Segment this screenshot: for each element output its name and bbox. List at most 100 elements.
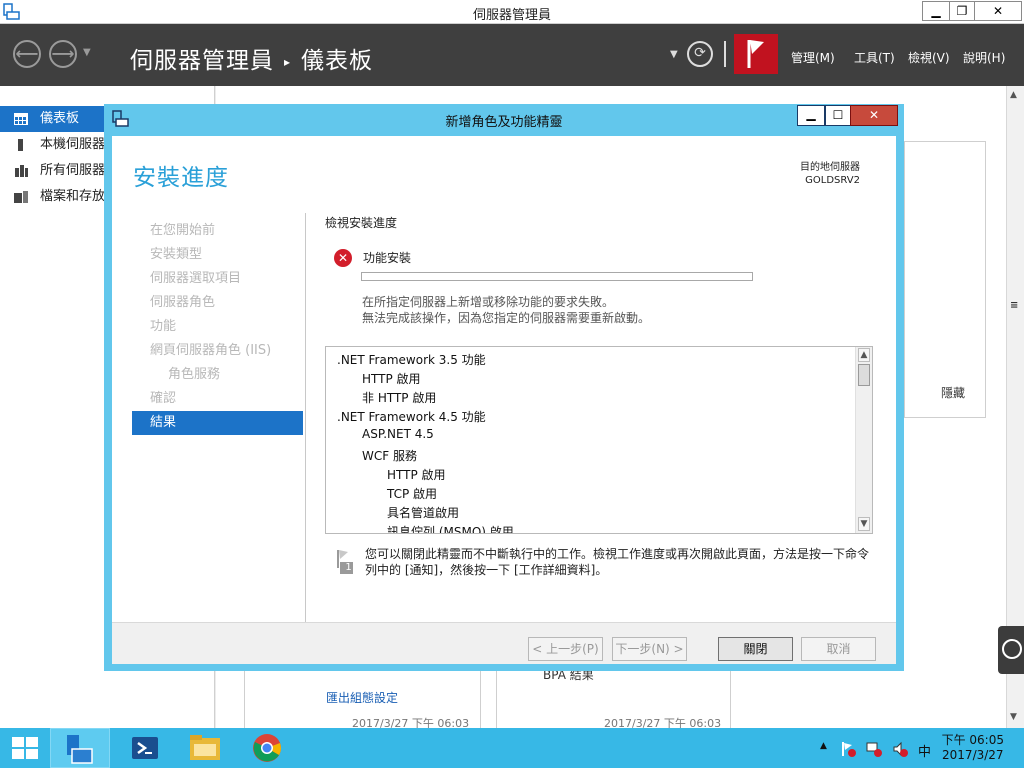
wizard-maximize-button[interactable]: ☐ <box>825 105 851 126</box>
minimize-button[interactable]: ▁ <box>922 1 950 21</box>
chrome-icon <box>253 734 281 762</box>
volume-icon[interactable] <box>892 741 908 757</box>
menu-view[interactable]: 檢視(V) <box>908 49 950 66</box>
page-title: 安裝進度 <box>133 165 229 191</box>
result-item: .NET Framework 3.5 功能 <box>337 353 486 367</box>
taskbar-powershell[interactable] <box>118 728 173 768</box>
side-panel-toggle[interactable] <box>998 626 1024 674</box>
action-center-icon[interactable] <box>840 741 856 757</box>
result-item: HTTP 啟用 <box>387 467 446 482</box>
result-item: .NET Framework 4.5 功能 <box>337 410 486 425</box>
step-divider <box>305 213 306 631</box>
dashboard-icon <box>14 113 28 125</box>
header-divider <box>724 41 726 67</box>
restore-button[interactable]: ❐ <box>949 1 975 21</box>
sidebar-item-label: 所有伺服器 <box>40 163 106 178</box>
close-window-button[interactable]: ✕ <box>974 1 1022 21</box>
step-server-roles: 伺服器角色 <box>150 295 216 310</box>
sidebar-item-label: 儀表板 <box>40 111 80 126</box>
menu-manage[interactable]: 管理(M) <box>791 49 835 66</box>
taskbar-clock[interactable]: 下午 06:05 2017/3/27 <box>942 733 1004 763</box>
scroll-down-icon[interactable]: ▼ <box>1010 712 1017 722</box>
welcome-tile: 隱藏 <box>904 141 986 418</box>
destination-server: 目的地伺服器 GOLDSRV2 <box>800 161 860 187</box>
menu-tools[interactable]: 工具(T) <box>854 49 895 66</box>
notification-count: 1 <box>345 562 352 573</box>
next-button[interactable]: 下一步(N) > <box>612 637 687 661</box>
step-role-services: 角色服務 <box>168 367 221 382</box>
destination-server-name: GOLDSRV2 <box>805 175 860 186</box>
result-item: 具名管道啟用 <box>387 505 460 520</box>
refresh-icon[interactable]: ⟳ <box>687 41 713 67</box>
taskbar: ▲ 中 下午 06:05 2017/3/27 <box>0 728 1024 768</box>
error-message-line: 在所指定伺服器上新增或移除功能的要求失敗。 <box>362 295 615 309</box>
result-item: TCP 啟用 <box>387 486 438 501</box>
scroll-thumb[interactable] <box>858 364 870 386</box>
clock-date: 2017/3/27 <box>942 748 1004 762</box>
server-manager-titlebar: 伺服器管理員 ▁ ❐ ✕ <box>0 0 1024 24</box>
scroll-up-icon[interactable]: ▲ <box>1010 90 1017 100</box>
previous-button[interactable]: < 上一步(P) <box>528 637 603 661</box>
history-dropdown-icon[interactable]: ▼ <box>83 47 91 58</box>
dashboard-scrollbar[interactable]: ▲ ≡ ▼ <box>998 86 1024 728</box>
add-roles-wizard-dialog: 新增角色及功能精靈 ▁ ☐ ✕ 安裝進度 目的地伺服器 GOLDSRV2 在您開… <box>104 104 904 705</box>
forward-button[interactable]: ⟶ <box>49 40 77 68</box>
result-item: HTTP 啟用 <box>362 372 421 387</box>
wizard-body: 安裝進度 目的地伺服器 GOLDSRV2 在您開始前 安裝類型 伺服器選取項目 … <box>112 136 896 705</box>
close-button[interactable]: 關閉 <box>718 637 793 661</box>
installation-progress-bar <box>361 272 753 281</box>
step-confirmation: 確認 <box>150 391 177 406</box>
server-icon <box>18 139 23 151</box>
taskbar-server-manager[interactable] <box>50 728 110 768</box>
step-results[interactable]: 結果 <box>132 411 303 435</box>
results-list-scrollbar[interactable]: ▲ ▼ <box>855 347 872 533</box>
scroll-down-icon[interactable]: ▼ <box>858 517 870 531</box>
result-item: 訊息佇列 (MSMQ) 啟用 <box>387 524 514 534</box>
clock-time: 下午 06:05 <box>941 733 1004 747</box>
result-item: ASP.NET 4.5 <box>362 427 434 442</box>
results-list[interactable]: .NET Framework 3.5 功能 HTTP 啟用非 HTTP 啟用 .NE… <box>325 346 873 534</box>
progress-label: 檢視安裝進度 <box>325 216 398 230</box>
notifications-flag-icon[interactable] <box>734 34 778 74</box>
window-title: 伺服器管理員 <box>472 8 551 23</box>
step-web-server-role: 網頁伺服器角色 (IIS) <box>150 343 272 358</box>
step-server-selection: 伺服器選取項目 <box>150 271 242 286</box>
input-method-indicator[interactable]: 中 <box>918 741 931 760</box>
sidebar-item-label: 本機伺服器 <box>40 137 106 152</box>
server-tile-2: BPA 結果 2017/3/27 下午 06:03 <box>496 661 731 731</box>
servers-icon <box>15 165 28 177</box>
step-before-you-begin: 在您開始前 <box>150 223 216 238</box>
step-features: 功能 <box>150 319 177 334</box>
back-button[interactable]: ⟵ <box>13 40 41 68</box>
taskbar-chrome[interactable] <box>240 728 295 768</box>
file-storage-icon <box>14 191 28 203</box>
breadcrumb: 伺服器管理員 ▸ 儀表板 <box>130 41 373 75</box>
wizard-close-button[interactable]: ✕ <box>850 105 898 126</box>
cancel-button[interactable]: 取消 <box>801 637 876 661</box>
destination-server-label: 目的地伺服器 <box>800 162 860 173</box>
result-item: WCF 服務 <box>362 448 417 463</box>
server-manager-header: ⟵ ⟶ ▼ 伺服器管理員 ▸ 儀表板 ▼ ⟳ 管理(M) 工具(T) 檢視(V) 說… <box>0 24 1024 86</box>
hide-link[interactable]: 隱藏 <box>941 384 965 401</box>
breadcrumb-separator-icon: ▸ <box>284 54 292 69</box>
taskbar-file-explorer[interactable] <box>178 728 233 768</box>
show-hidden-icons[interactable]: ▲ <box>820 741 827 751</box>
error-message-line: 無法完成該操作，因為您指定的伺服器需要重新啟動。 <box>362 311 651 325</box>
step-installation-type: 安裝類型 <box>150 247 203 262</box>
breadcrumb-root[interactable]: 伺服器管理員 <box>130 48 274 74</box>
scroll-grip-icon[interactable]: ≡ <box>1010 300 1022 312</box>
result-item: 非 HTTP 啟用 <box>362 391 437 406</box>
network-icon[interactable] <box>866 741 882 757</box>
wizard-minimize-button[interactable]: ▁ <box>797 105 825 126</box>
wizard-footer: < 上一步(P) 下一步(N) > 關閉 取消 <box>112 622 896 664</box>
wizard-title: 新增角色及功能精靈 <box>445 115 563 130</box>
sidebar-item-label: 檔案和存放 <box>40 189 106 204</box>
refresh-dropdown-icon[interactable]: ▼ <box>670 49 678 60</box>
close-wizard-notice: 您可以關閉此精靈而不中斷執行中的工作。檢視工作進度或再次開啟此頁面，方法是按一下… <box>365 547 870 577</box>
start-button[interactable] <box>0 728 50 768</box>
feature-installation-label: 功能安裝 <box>363 251 412 265</box>
menu-help[interactable]: 說明(H) <box>963 49 1005 66</box>
scroll-up-icon[interactable]: ▲ <box>858 348 870 362</box>
export-settings-link[interactable]: 匯出組態設定 <box>326 689 398 706</box>
breadcrumb-current: 儀表板 <box>301 48 374 74</box>
